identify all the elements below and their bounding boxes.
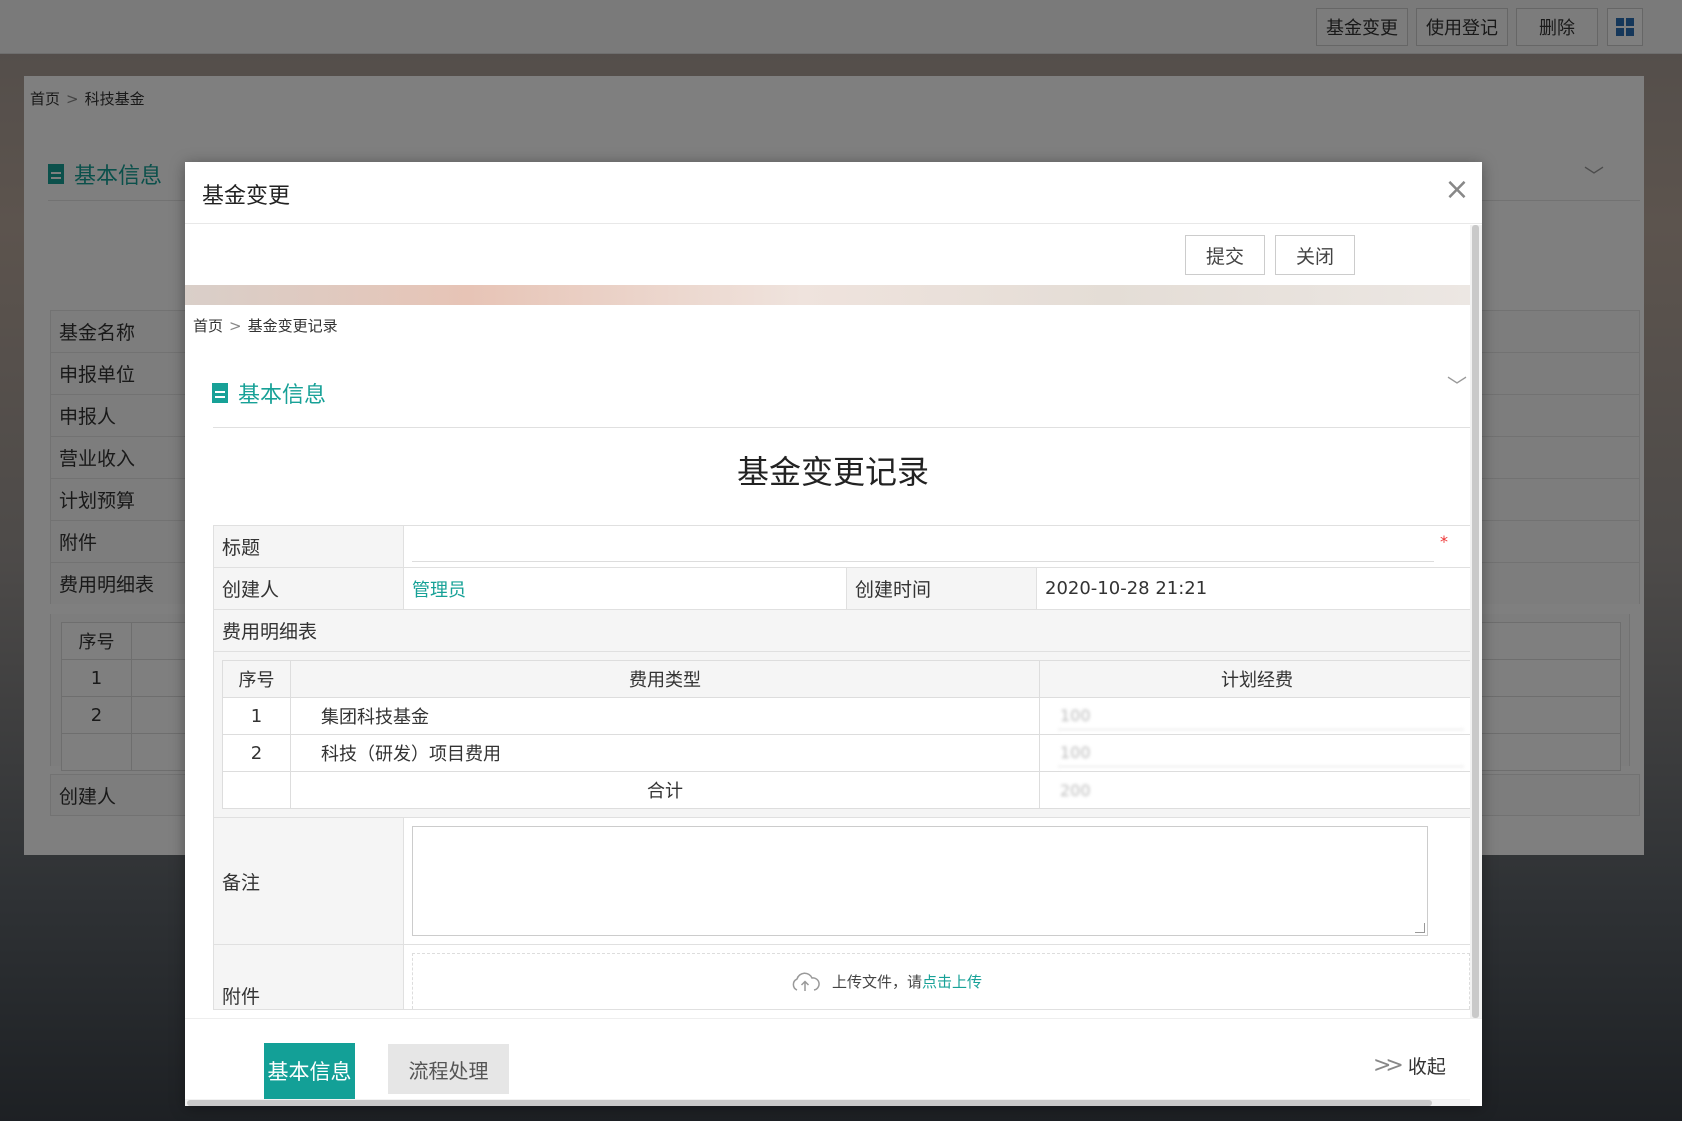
upload-text: 上传文件，请: [831, 973, 922, 991]
upload-link[interactable]: 点击上传: [922, 971, 982, 992]
table-header-amount: 计划经费: [1039, 660, 1470, 698]
detail-label: 费用明细表: [213, 609, 1470, 652]
scrollbar-thumb[interactable]: [1472, 225, 1479, 1018]
row-type: 科技（研发）项目费用: [290, 734, 1040, 772]
document-icon: [212, 383, 228, 403]
total-label: 合计: [290, 771, 1040, 809]
dialog-title: 基金变更: [202, 184, 291, 209]
detail-cell: 序号 费用类型 计划经费 1 集团科技基金 100 2 科技（研发）项目费用 1…: [213, 651, 1470, 818]
vertical-scrollbar[interactable]: [1470, 225, 1482, 1018]
upload-area[interactable]: 上传文件，请 点击上传: [412, 953, 1470, 1009]
collapse-button[interactable]: >> 收起: [1373, 1052, 1446, 1079]
close-button[interactable]: 关闭: [1275, 235, 1355, 275]
breadcrumb-current: 基金变更记录: [247, 317, 338, 335]
note-cell: [403, 817, 1470, 945]
breadcrumb-home[interactable]: 首页: [193, 317, 223, 335]
chevron-down-icon[interactable]: ﹀: [1447, 375, 1469, 397]
note-label: 备注: [213, 817, 404, 945]
cloud-upload-icon: [792, 972, 820, 991]
tab-basic-info[interactable]: 基本信息: [264, 1043, 355, 1099]
collapse-label: 收起: [1407, 1056, 1446, 1078]
title-input[interactable]: *: [412, 532, 1448, 562]
required-mark: *: [1440, 531, 1448, 551]
close-icon[interactable]: ×: [1439, 172, 1475, 208]
note-textarea[interactable]: [412, 826, 1428, 936]
empty-cell: [222, 771, 291, 809]
form-title: 基金变更记录: [736, 453, 929, 491]
table-total-row: 合计 200: [222, 771, 1470, 809]
resize-handle-icon[interactable]: [1415, 923, 1425, 933]
title-label: 标题: [213, 525, 404, 568]
table-row: 2 科技（研发）项目费用 100: [222, 734, 1470, 772]
scrollbar-thumb[interactable]: [187, 1100, 1432, 1106]
section-title: 基本信息: [238, 383, 327, 408]
table-header-type: 费用类型: [290, 660, 1040, 698]
table-header-no: 序号: [222, 660, 291, 698]
dialog-header: 基金变更 ×: [185, 162, 1482, 224]
title-cell: *: [403, 525, 1470, 568]
detail-table: 序号 费用类型 计划经费 1 集团科技基金 100 2 科技（研发）项目费用 1…: [222, 660, 1470, 809]
total-value: 200: [1060, 780, 1091, 800]
dialog-footer: 基本信息 流程处理 >> 收起: [185, 1018, 1482, 1106]
fund-change-dialog: 基金变更 × 提交 关闭 首页 > 基金变更记录 基本信息 ﹀ 基金变更记录 标题: [185, 162, 1482, 1106]
creator-label: 创建人: [213, 567, 404, 610]
amount-cell: 100: [1039, 734, 1470, 772]
creator-value[interactable]: 管理员: [403, 567, 847, 610]
breadcrumb-separator-icon: >: [229, 317, 242, 335]
dialog-body: 提交 关闭 首页 > 基金变更记录 基本信息 ﹀ 基金变更记录 标题 * 创建人…: [185, 225, 1470, 1018]
submit-button[interactable]: 提交: [1185, 235, 1265, 275]
section-header[interactable]: 基本信息: [212, 377, 326, 409]
total-cell: 200: [1039, 771, 1470, 809]
tab-workflow[interactable]: 流程处理: [388, 1044, 509, 1094]
decorative-banner: [185, 285, 1470, 305]
double-chevron-right-icon: >>: [1373, 1053, 1404, 1078]
amount-input[interactable]: 100: [1058, 739, 1464, 767]
amount-cell: 100: [1039, 697, 1470, 735]
row-type: 集团科技基金: [290, 697, 1040, 735]
attachment-label: 附件: [213, 944, 404, 1010]
divider: [213, 427, 1470, 428]
table-row: 1 集团科技基金 100: [222, 697, 1470, 735]
amount-input[interactable]: 100: [1058, 702, 1464, 730]
row-no: 2: [222, 734, 291, 772]
horizontal-scrollbar[interactable]: [185, 1099, 1470, 1106]
created-time-value: 2020-10-28 21:21: [1036, 567, 1470, 610]
created-time-label: 创建时间: [846, 567, 1037, 610]
attachment-cell: 上传文件，请 点击上传: [403, 944, 1470, 1010]
form-table: 标题 * 创建人 管理员 创建时间 2020-10-28 21:21 费用明细表…: [213, 525, 1470, 1010]
row-no: 1: [222, 697, 291, 735]
breadcrumb: 首页 > 基金变更记录: [193, 315, 338, 336]
